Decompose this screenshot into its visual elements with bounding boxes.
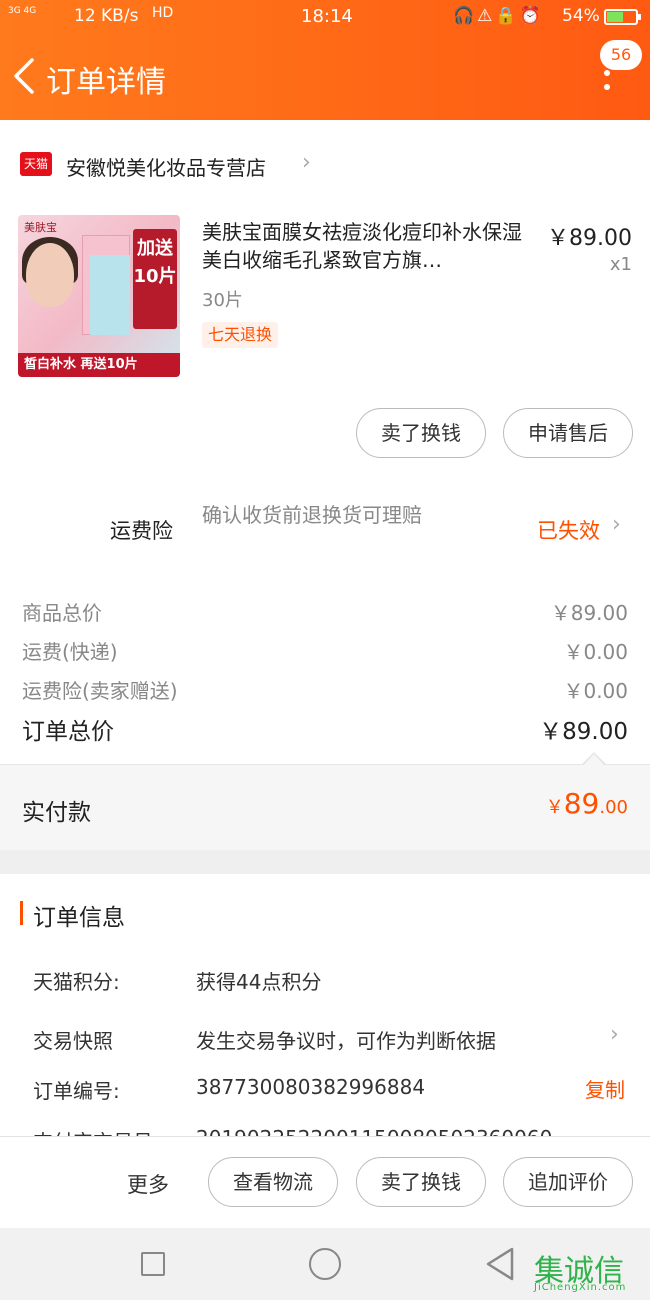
- add-review-button[interactable]: 追加评价: [503, 1157, 633, 1207]
- image-brand: 美肤宝: [24, 221, 57, 234]
- product-quantity: x1: [609, 254, 632, 275]
- sell-for-cash-bottom-button[interactable]: 卖了换钱: [356, 1157, 486, 1207]
- actual-payment-value: ￥89.00: [546, 787, 628, 820]
- subtotal-label: 商品总价: [22, 601, 102, 625]
- bottom-action-bar: 更多 查看物流 卖了换钱 追加评价: [0, 1136, 650, 1228]
- view-logistics-button[interactable]: 查看物流: [208, 1157, 338, 1207]
- snapshot-label: 交易快照: [33, 1029, 113, 1053]
- insurance-label: 运费险: [110, 519, 173, 543]
- hd-call-icon: HD: [152, 5, 174, 21]
- back-button[interactable]: [10, 56, 40, 96]
- system-nav-bar: 集诚信 JiChengXin.com: [0, 1228, 650, 1300]
- product-spec: 30片: [202, 290, 243, 311]
- shop-row[interactable]: 天猫 安徽悦美化妆品专营店 ›: [0, 130, 650, 200]
- clipped-alipay-row: 支付宝交易号: 2019022522001150080502360060: [0, 1126, 650, 1136]
- watermark: 集诚信 JiChengXin.com: [534, 1242, 646, 1294]
- paid-decimal: .00: [599, 797, 628, 818]
- section-divider: [0, 850, 650, 874]
- page-title: 订单详情: [46, 65, 166, 100]
- section-accent-bar: [20, 901, 23, 925]
- subtotal-value: ￥89.00: [550, 601, 628, 625]
- product-item[interactable]: 美肤宝 加送10片 皙白补水 再送10片 美肤宝面膜女祛痘淡化痘印补水保湿美白收…: [0, 212, 650, 387]
- copy-order-number-button[interactable]: 复制: [585, 1074, 625, 1103]
- chevron-right-icon: ›: [610, 1022, 619, 1047]
- status-bar: 3G 4G 12 KB/s HD 18:14 🎧⚠🔒⏰ 54%: [0, 0, 650, 36]
- insurance-fee-value: ￥0.00: [563, 679, 628, 703]
- home-icon[interactable]: [309, 1248, 341, 1280]
- order-info-title: 订单信息: [33, 905, 125, 931]
- paid-currency: ￥: [545, 797, 564, 818]
- battery-icon: [604, 9, 641, 25]
- message-count-badge[interactable]: 56: [600, 40, 642, 70]
- pointer-notch-inner: [584, 754, 604, 765]
- insurance-status: 已失效: [537, 519, 600, 543]
- image-promo: 加送10片: [133, 229, 177, 329]
- shop-name: 安徽悦美化妆品专营店: [66, 156, 266, 180]
- chevron-left-icon: [14, 58, 34, 94]
- more-actions-link[interactable]: 更多: [127, 1169, 169, 1199]
- points-label: 天猫积分:: [33, 970, 120, 994]
- order-number-value: 387730080382996884: [196, 1075, 426, 1099]
- clock: 18:14: [301, 6, 353, 27]
- product-price: ￥89.00: [547, 226, 632, 251]
- order-total-value: ￥89.00: [539, 719, 628, 745]
- watermark-url: JiChengXin.com: [534, 1282, 627, 1293]
- alipay-number-label: 支付宝交易号:: [33, 1126, 160, 1136]
- order-number-label: 订单编号:: [33, 1079, 120, 1103]
- signal-icon: 3G 4G: [8, 6, 37, 16]
- image-ribbon: 皙白补水 再送10片: [18, 353, 180, 377]
- insurance-description: 确认收货前退换货可理赔: [202, 503, 422, 527]
- snapshot-value: 发生交易争议时，可作为判断依据: [196, 1029, 496, 1053]
- network-speed: 12 KB/s: [74, 6, 139, 26]
- product-image: 美肤宝 加送10片 皙白补水 再送10片: [18, 215, 180, 377]
- shipping-label: 运费(快递): [22, 640, 118, 664]
- status-icons: 🎧⚠🔒⏰: [453, 6, 544, 26]
- back-triangle-icon[interactable]: [484, 1246, 516, 1282]
- points-value: 获得44点积分: [196, 970, 322, 994]
- paid-integer: 89: [563, 787, 600, 820]
- more-dots-icon-2: [604, 84, 610, 90]
- return-policy-badge: 七天退换: [202, 322, 279, 348]
- shipping-value: ￥0.00: [563, 640, 628, 664]
- model-face: [26, 243, 74, 307]
- chevron-right-icon: ›: [612, 512, 621, 537]
- battery-percent: 54%: [562, 6, 600, 26]
- product-title: 美肤宝面膜女祛痘淡化痘印补水保湿美白收缩毛孔紧致官方旗…: [202, 220, 522, 272]
- alipay-number-value: 2019022522001150080502360060: [196, 1126, 552, 1136]
- chevron-right-icon: ›: [302, 150, 311, 175]
- actual-payment-label: 实付款: [22, 800, 91, 826]
- mask-graphic: [90, 255, 130, 335]
- header: 3G 4G 12 KB/s HD 18:14 🎧⚠🔒⏰ 54% 订单详情 56: [0, 0, 650, 120]
- sell-for-cash-button[interactable]: 卖了换钱: [356, 408, 486, 458]
- order-total-label: 订单总价: [22, 719, 114, 745]
- apply-after-sale-button[interactable]: 申请售后: [503, 408, 633, 458]
- recent-apps-icon[interactable]: [141, 1252, 165, 1276]
- tmall-icon: 天猫: [20, 152, 52, 176]
- actual-payment-box: 实付款 ￥89.00: [0, 764, 650, 850]
- more-dots-icon: [604, 70, 610, 76]
- insurance-fee-label: 运费险(卖家赠送): [22, 679, 178, 703]
